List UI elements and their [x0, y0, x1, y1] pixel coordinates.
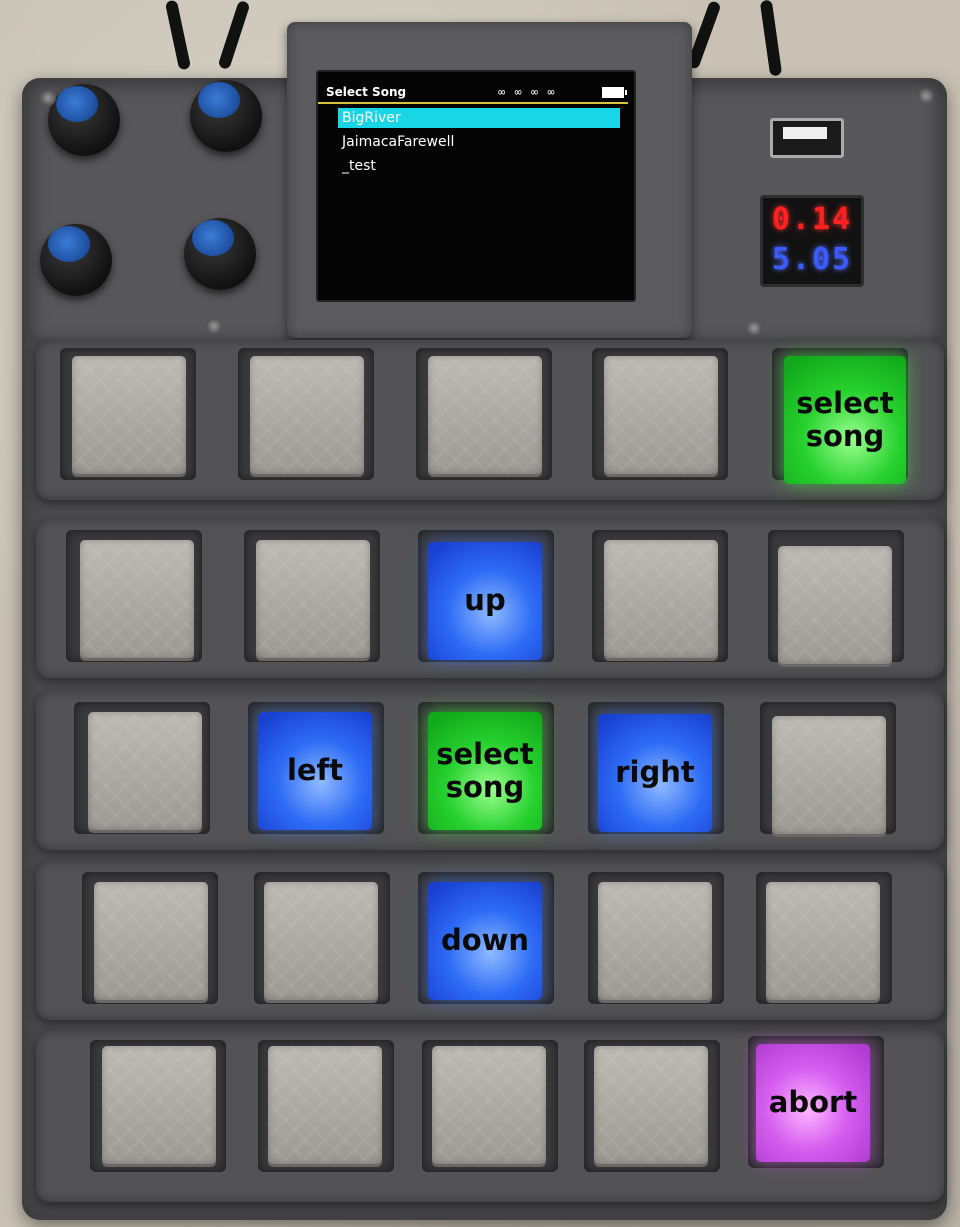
knob-icon[interactable] [48, 84, 120, 156]
knob-icon[interactable] [184, 218, 256, 290]
pad-button[interactable] [264, 882, 378, 1000]
pad-button[interactable] [772, 716, 886, 834]
abort-button[interactable]: abort [756, 1044, 870, 1162]
pad-button[interactable] [604, 540, 718, 658]
usb-port-icon [770, 118, 844, 158]
pad-button[interactable] [594, 1046, 708, 1164]
pad-button[interactable] [102, 1046, 216, 1164]
cable [759, 0, 783, 77]
pad-button[interactable] [256, 540, 370, 658]
knob-icon[interactable] [40, 224, 112, 296]
pad-button[interactable] [80, 540, 194, 658]
pad-button[interactable] [250, 356, 364, 474]
up-button[interactable]: up [428, 542, 542, 660]
pad-button[interactable] [778, 546, 892, 664]
pad-button[interactable] [432, 1046, 546, 1164]
select-song-center-button[interactable]: select song [428, 712, 542, 830]
voltmeter: 0.14 5.05 [760, 195, 864, 287]
pad-button[interactable] [598, 882, 712, 1000]
screw-icon [918, 88, 934, 104]
down-button[interactable]: down [428, 882, 542, 1000]
pad-button[interactable] [766, 882, 880, 1000]
select-song-button[interactable]: select song [784, 356, 906, 484]
pad-button[interactable] [94, 882, 208, 1000]
song-item[interactable]: _test [338, 156, 620, 176]
voltmeter-bottom-reading: 5.05 [771, 242, 853, 277]
song-item[interactable]: JaimacaFarewell [338, 132, 620, 152]
pad-button[interactable] [268, 1046, 382, 1164]
battery-icon [602, 87, 627, 98]
voltmeter-top-reading: 0.14 [771, 202, 853, 237]
display-screen: Select Song ∞ ∞ ∞ ∞ BigRiver JaimacaFare… [316, 70, 636, 302]
cable [217, 0, 251, 71]
pad-button[interactable] [72, 356, 186, 474]
screw-icon [40, 90, 56, 106]
left-button[interactable]: left [258, 712, 372, 830]
screw-icon [206, 318, 222, 334]
knob-icon[interactable] [190, 80, 262, 152]
pad-button[interactable] [604, 356, 718, 474]
pad-button[interactable] [428, 356, 542, 474]
screw-icon [746, 320, 762, 336]
cable [164, 0, 192, 71]
status-indicators: ∞ ∞ ∞ ∞ [498, 85, 556, 99]
song-item-selected[interactable]: BigRiver [338, 108, 620, 128]
right-button[interactable]: right [598, 714, 712, 832]
screen-title: Select Song [326, 85, 407, 99]
pad-button[interactable] [88, 712, 202, 830]
screen-header: Select Song ∞ ∞ ∞ ∞ [318, 84, 628, 104]
